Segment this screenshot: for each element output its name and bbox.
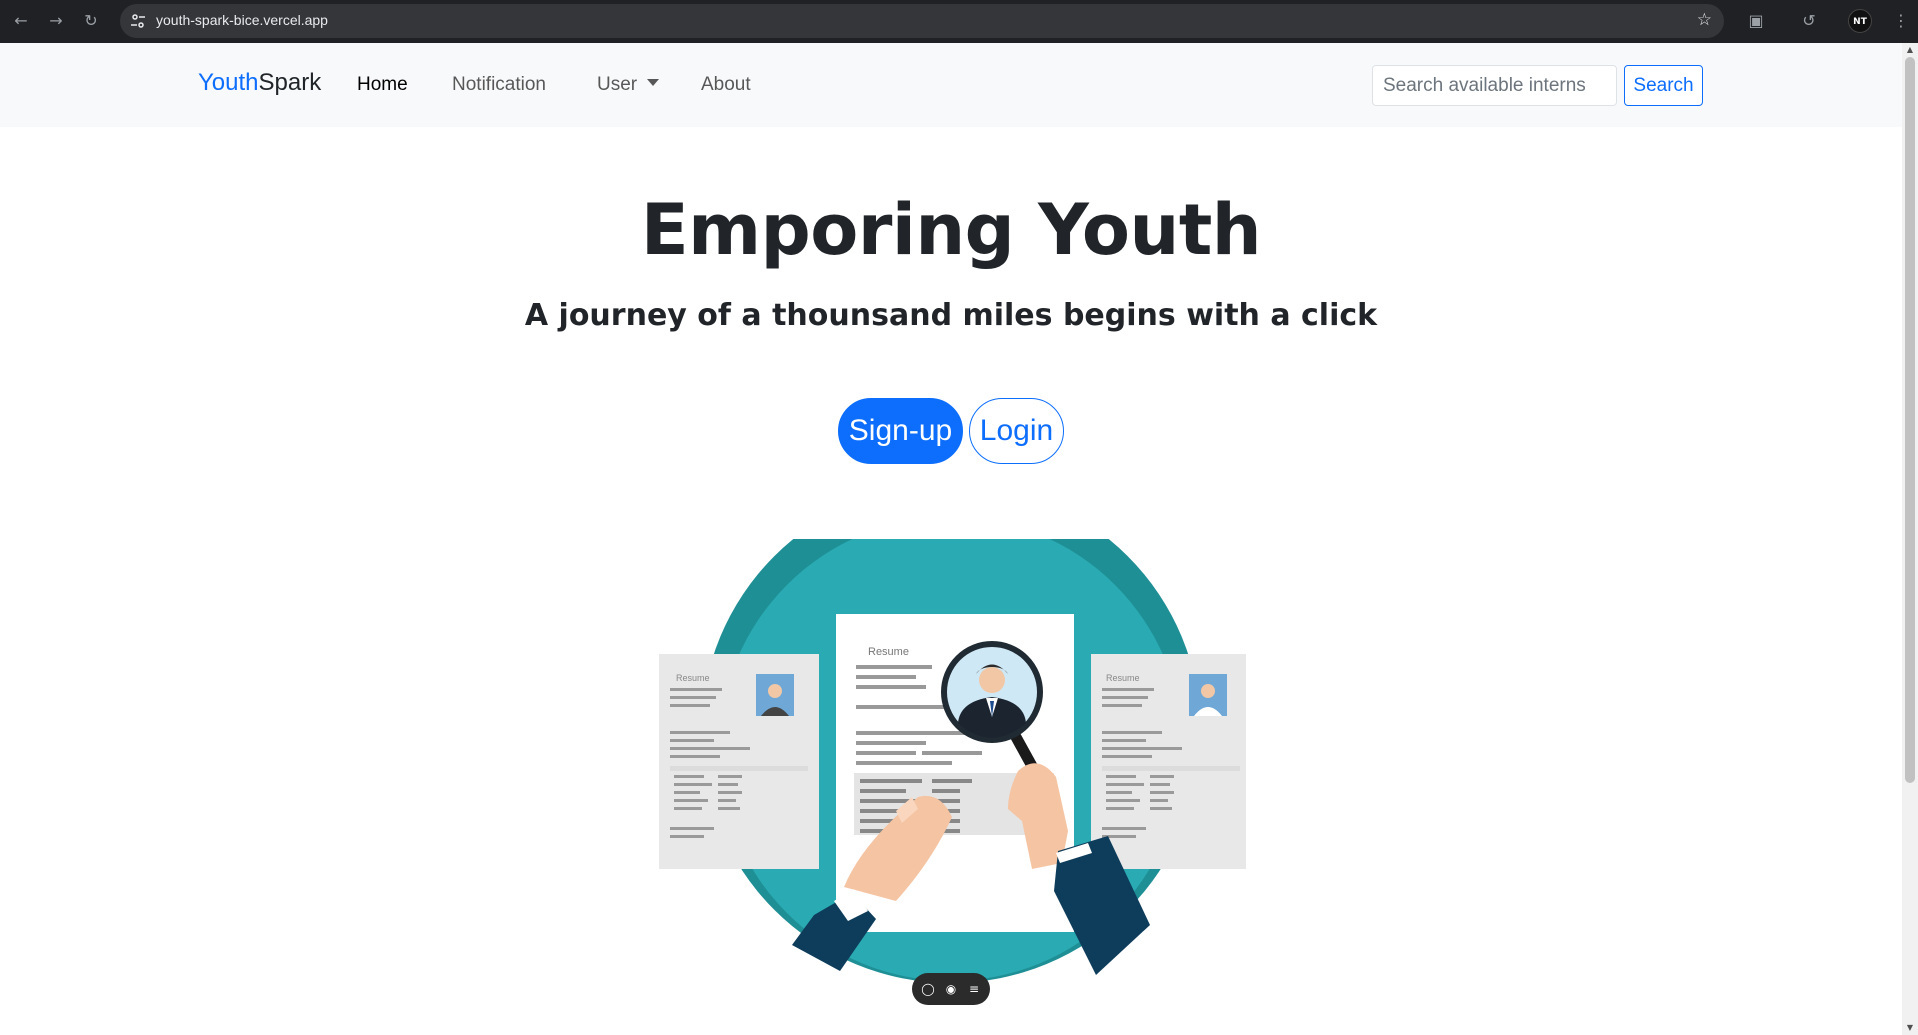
brand-part-spark[interactable]: Spark bbox=[259, 69, 322, 96]
resume-card-left: Resume bbox=[659, 654, 819, 869]
scroll-up-arrow-icon[interactable]: ▲ bbox=[1905, 45, 1915, 55]
floating-toolbar[interactable]: ◯ ◉ ≡ bbox=[912, 973, 990, 1005]
hero-title: Emporing Youth bbox=[640, 189, 1262, 271]
page-scrollbar[interactable]: ▲ ▼ bbox=[1902, 43, 1918, 1035]
nav-notification[interactable]: Notification bbox=[452, 74, 546, 96]
signup-button[interactable]: Sign-up bbox=[838, 398, 963, 464]
login-button[interactable]: Login bbox=[969, 398, 1064, 464]
brand-logo[interactable]: YouthSpark bbox=[198, 69, 321, 97]
caret-down-icon bbox=[647, 79, 660, 86]
top-crop bbox=[656, 491, 1246, 539]
nav-user-dropdown[interactable]: User bbox=[597, 74, 660, 96]
scroll-thumb[interactable] bbox=[1905, 57, 1915, 783]
scroll-down-arrow-icon[interactable]: ▼ bbox=[1905, 1023, 1915, 1033]
menu-lines-icon[interactable]: ≡ bbox=[967, 982, 981, 996]
resume-left-label: Resume bbox=[676, 673, 710, 683]
forward-arrow-icon[interactable]: → bbox=[43, 8, 69, 34]
page-viewport: YouthSpark Home Notification User About … bbox=[0, 43, 1918, 1035]
browser-menu-icon[interactable]: ⋮ bbox=[1888, 8, 1914, 34]
resume-right-label: Resume bbox=[1106, 673, 1140, 683]
history-icon[interactable]: ↺ bbox=[1796, 8, 1822, 34]
nav-home[interactable]: Home bbox=[357, 74, 408, 96]
profile-avatar[interactable]: NT bbox=[1848, 9, 1872, 33]
search-button[interactable]: Search bbox=[1624, 65, 1703, 106]
reload-icon[interactable]: ↻ bbox=[78, 8, 104, 34]
site-settings-icon[interactable] bbox=[130, 13, 146, 29]
address-bar[interactable]: youth-spark-bice.vercel.app ☆ bbox=[120, 4, 1724, 38]
search-input[interactable] bbox=[1372, 65, 1617, 106]
browser-chrome: ← → ↻ youth-spark-bice.vercel.app ☆ ▣ ↺ … bbox=[0, 0, 1918, 43]
navbar: YouthSpark Home Notification User About … bbox=[0, 43, 1902, 127]
nav-about[interactable]: About bbox=[701, 74, 751, 96]
resume-card-right: Resume bbox=[1091, 654, 1246, 869]
brand-part-youth[interactable]: Youth bbox=[198, 69, 259, 96]
url-text[interactable]: youth-spark-bice.vercel.app bbox=[156, 12, 328, 28]
comment-icon[interactable]: ◯ bbox=[921, 982, 935, 996]
toggle-icon[interactable]: ◉ bbox=[944, 982, 958, 996]
nav-user-label: User bbox=[597, 74, 638, 95]
resume-center-label: Resume bbox=[868, 646, 909, 658]
hero-subtitle: A journey of a thounsand miles begins wi… bbox=[524, 298, 1378, 333]
bookmark-star-icon[interactable]: ☆ bbox=[1697, 10, 1712, 30]
back-arrow-icon[interactable]: ← bbox=[8, 8, 34, 34]
resume-search-illustration: Resume Resume Resume bbox=[656, 491, 1246, 983]
extensions-icon[interactable]: ▣ bbox=[1743, 8, 1769, 34]
